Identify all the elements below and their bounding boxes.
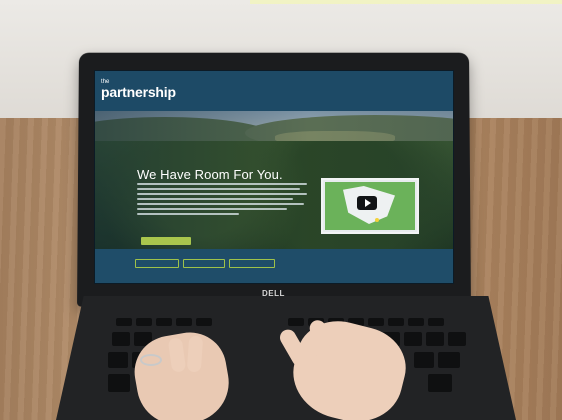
subnav-button[interactable] [229, 259, 275, 268]
site-header: the partnership [95, 71, 453, 111]
key[interactable] [408, 318, 424, 326]
site-logo[interactable]: the partnership [101, 79, 176, 100]
key[interactable] [108, 374, 130, 392]
key[interactable] [448, 332, 466, 346]
play-icon[interactable] [357, 196, 377, 210]
hero-cta-button[interactable] [141, 237, 191, 245]
key[interactable] [108, 352, 128, 368]
key[interactable] [438, 352, 460, 368]
key[interactable] [176, 318, 192, 326]
key[interactable] [388, 318, 404, 326]
key[interactable] [428, 374, 452, 392]
top-stripe [250, 0, 562, 4]
key[interactable] [426, 332, 444, 346]
logo-text: partnership [101, 84, 176, 100]
key[interactable] [196, 318, 212, 326]
laptop-screen: the partnership We Have Room For You. [94, 70, 454, 284]
subnav-button[interactable] [183, 259, 225, 268]
key[interactable] [428, 318, 444, 326]
key[interactable] [404, 332, 422, 346]
map-marker [375, 218, 379, 222]
hero-body-text [137, 183, 307, 218]
key[interactable] [414, 352, 434, 368]
photo-scene: the partnership We Have Room For You. DE… [0, 0, 562, 420]
key[interactable] [156, 318, 172, 326]
key[interactable] [136, 318, 152, 326]
key[interactable] [288, 318, 304, 326]
video-thumbnail[interactable] [321, 178, 419, 234]
ring [140, 354, 162, 366]
subnav-bar [95, 249, 453, 283]
subnav-button[interactable] [135, 259, 179, 268]
left-finger [186, 335, 204, 373]
hero-headline: We Have Room For You. [137, 167, 283, 182]
key[interactable] [116, 318, 132, 326]
key[interactable] [368, 318, 384, 326]
key[interactable] [112, 332, 130, 346]
